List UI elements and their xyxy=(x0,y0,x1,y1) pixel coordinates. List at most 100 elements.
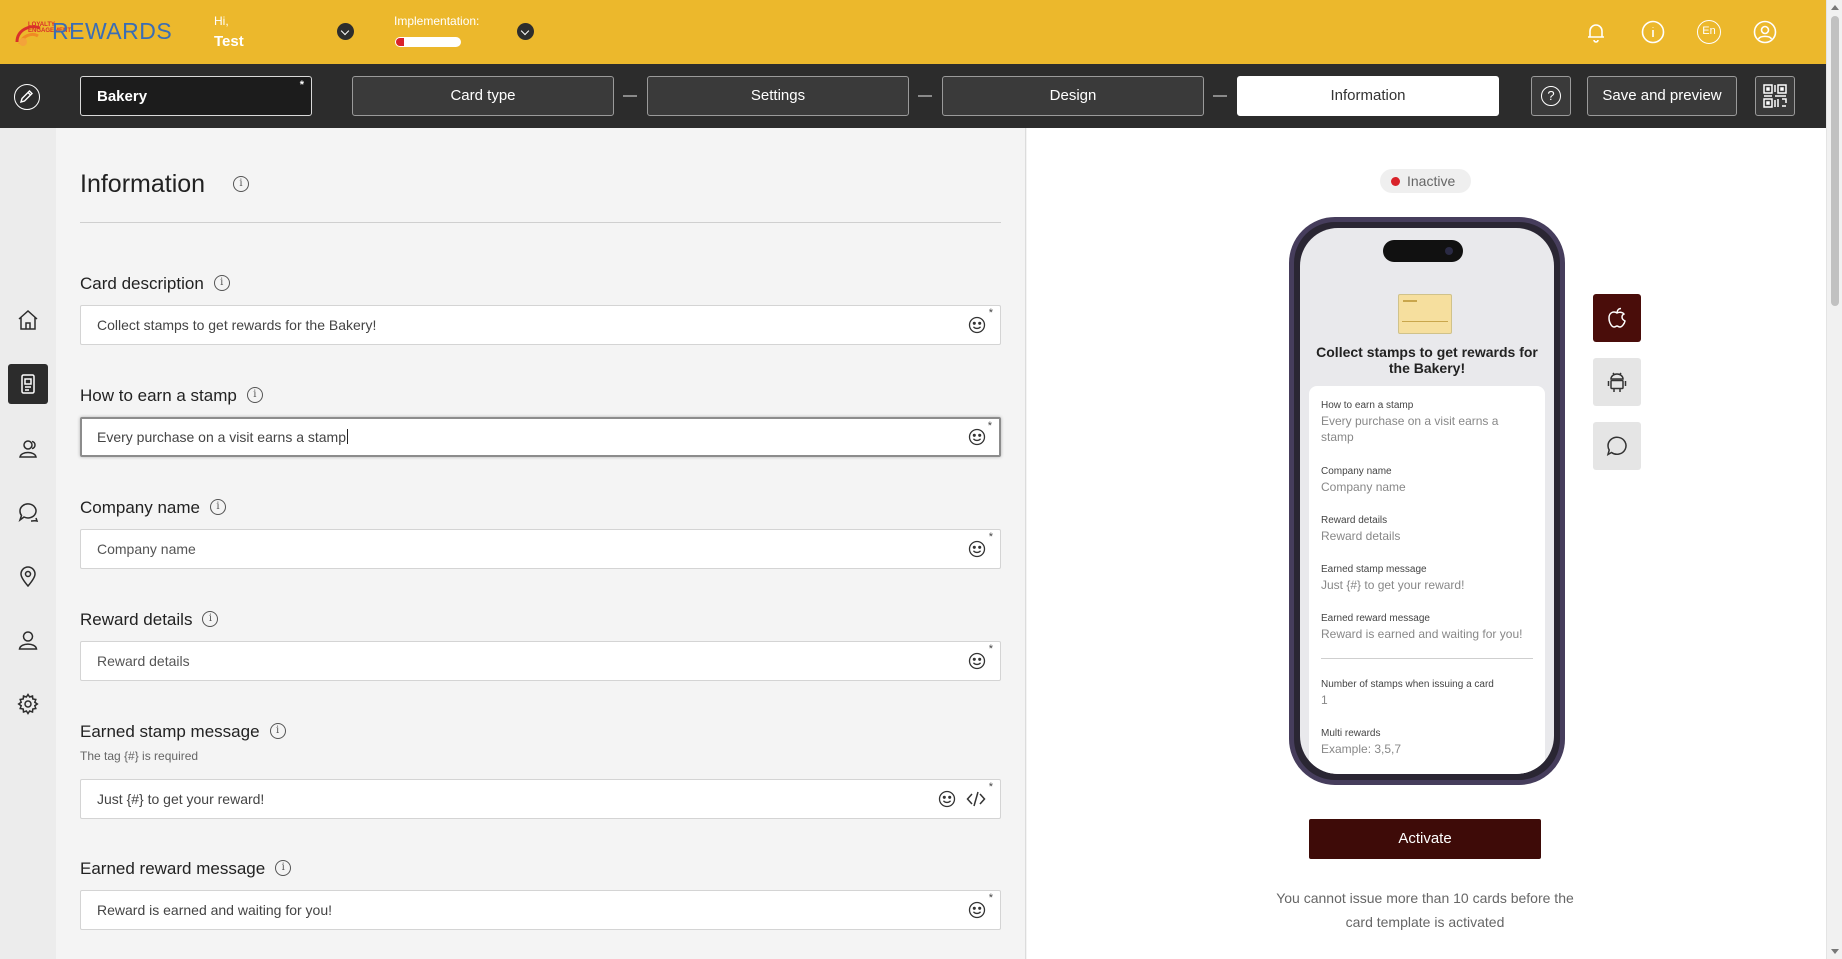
info-icon[interactable]: i xyxy=(275,860,292,877)
status-dot xyxy=(1391,177,1400,186)
qr-code-icon xyxy=(1763,84,1787,108)
platform-android-button[interactable] xyxy=(1593,358,1641,406)
info-icon[interactable]: i xyxy=(269,723,286,740)
earned-stamp-message-label-text: Earned stamp message xyxy=(80,722,260,741)
preview-divider xyxy=(1321,658,1533,659)
card-name-value: Bakery xyxy=(97,88,148,105)
save-and-preview-button[interactable]: Save and preview xyxy=(1587,76,1737,116)
question-icon: ? xyxy=(1541,86,1561,106)
phone-screen: Collect stamps to get rewards for the Ba… xyxy=(1300,228,1554,774)
chat-icon xyxy=(1606,436,1627,457)
sidebar xyxy=(0,128,56,959)
bell-icon[interactable] xyxy=(1584,20,1608,44)
info-icon[interactable]: i xyxy=(246,387,263,404)
qr-code-button[interactable] xyxy=(1755,76,1795,116)
earned-reward-message-label-text: Earned reward message xyxy=(80,859,266,878)
status-text: Inactive xyxy=(1407,173,1456,189)
required-marker: * xyxy=(988,643,993,655)
card-description-label-text: Card description xyxy=(80,274,204,293)
sidebar-item-messages[interactable] xyxy=(8,492,48,532)
card-name-field[interactable]: Bakery * xyxy=(80,76,312,116)
step-settings[interactable]: Settings xyxy=(647,76,909,116)
card-description-label: Card description i xyxy=(80,274,230,294)
user-icon xyxy=(18,631,38,650)
required-marker: * xyxy=(299,79,304,91)
logo-text: REWARDS xyxy=(52,18,173,44)
user-dropdown-chevron-icon[interactable] xyxy=(337,23,354,40)
preview-label: Earned stamp message xyxy=(1321,564,1427,575)
user-icon[interactable] xyxy=(1753,20,1777,44)
step-connector xyxy=(918,95,932,97)
how-to-earn-input[interactable]: Every purchase on a visit earns a stamp … xyxy=(80,417,1001,457)
how-to-earn-label-text: How to earn a stamp xyxy=(80,386,237,405)
card-description-input[interactable]: Collect stamps to get rewards for the Ba… xyxy=(80,305,1001,345)
emoji-icon[interactable] xyxy=(968,901,986,919)
implementation-label: Implementation: xyxy=(394,14,480,28)
scroll-up-arrow-icon[interactable] xyxy=(1831,5,1839,10)
implementation-progress-fill xyxy=(396,38,404,46)
earned-stamp-message-hint: The tag {#} is required xyxy=(80,749,199,763)
android-icon xyxy=(1607,372,1627,392)
users-icon xyxy=(19,440,37,458)
activate-button[interactable]: Activate xyxy=(1309,819,1541,859)
reward-details-label: Reward details i xyxy=(80,610,219,630)
required-marker: * xyxy=(988,781,993,793)
information-form: Information i Card description i Collect … xyxy=(56,128,1026,959)
scrollbar-thumb[interactable] xyxy=(1831,16,1839,306)
help-button[interactable]: ? xyxy=(1531,76,1571,116)
preview-value: Example: 3,5,7 xyxy=(1321,742,1402,756)
sidebar-item-customers[interactable] xyxy=(8,428,48,468)
card-thumbnail xyxy=(1398,294,1452,334)
sidebar-item-cards[interactable] xyxy=(8,364,48,404)
sidebar-item-locations[interactable] xyxy=(8,556,48,596)
step-card-type[interactable]: Card type xyxy=(352,76,614,116)
required-marker: * xyxy=(988,531,993,543)
edit-pencil-icon[interactable] xyxy=(14,84,40,110)
emoji-icon[interactable] xyxy=(968,540,986,558)
preview-label: Reward details xyxy=(1321,515,1388,526)
emoji-icon[interactable] xyxy=(968,652,986,670)
page-scrollbar[interactable] xyxy=(1826,0,1842,959)
reward-details-label-text: Reward details xyxy=(80,610,193,629)
earned-reward-message-input[interactable]: Reward is earned and waiting for you! * xyxy=(80,890,1001,930)
emoji-icon[interactable] xyxy=(968,428,986,446)
sidebar-item-managers[interactable] xyxy=(8,620,48,660)
sidebar-item-settings[interactable] xyxy=(8,684,48,724)
preview-value: Every purchase on a visit earns a stamp xyxy=(1321,414,1499,444)
info-icon[interactable]: i xyxy=(213,275,230,292)
apple-icon xyxy=(1608,307,1626,328)
preview-label: How to earn a stamp xyxy=(1321,400,1414,411)
scroll-down-arrow-icon[interactable] xyxy=(1831,949,1839,954)
phone-mockup: Collect stamps to get rewards for the Ba… xyxy=(1289,217,1565,785)
required-marker: * xyxy=(988,307,993,319)
language-icon[interactable]: En xyxy=(1697,20,1721,44)
step-design[interactable]: Design xyxy=(942,76,1204,116)
sidebar-item-home[interactable] xyxy=(8,300,48,340)
info-icon[interactable] xyxy=(1641,20,1665,44)
card-description-value: Collect stamps to get rewards for the Ba… xyxy=(97,317,377,333)
code-tag-icon[interactable] xyxy=(966,790,986,808)
implementation-dropdown-chevron-icon[interactable] xyxy=(517,23,534,40)
earned-reward-message-label: Earned reward message i xyxy=(80,859,292,879)
preview-value: Just {#} to get your reward! xyxy=(1321,578,1465,592)
platform-message-button[interactable] xyxy=(1593,422,1641,470)
info-icon[interactable]: i xyxy=(202,611,219,628)
info-icon[interactable]: i xyxy=(233,176,249,192)
chat-icon xyxy=(18,503,39,523)
greeting: Hi, xyxy=(214,14,229,28)
info-icon[interactable]: i xyxy=(210,499,227,516)
step-information[interactable]: Information xyxy=(1237,76,1499,116)
step-connector xyxy=(623,95,637,97)
step-connector xyxy=(1213,95,1227,97)
rewards-logo[interactable]: LOYALTY ENGAGEMENT REWARDS xyxy=(12,16,172,52)
company-name-input[interactable]: Company name * xyxy=(80,529,1001,569)
earned-stamp-message-label: Earned stamp message i xyxy=(80,722,286,742)
reward-details-placeholder: Reward details xyxy=(97,653,190,669)
reward-details-input[interactable]: Reward details * xyxy=(80,641,1001,681)
how-to-earn-label: How to earn a stamp i xyxy=(80,386,263,406)
earned-stamp-message-input[interactable]: Just {#} to get your reward! * xyxy=(80,779,1001,819)
phone-notch xyxy=(1383,240,1463,262)
platform-apple-button[interactable] xyxy=(1593,294,1641,342)
emoji-icon[interactable] xyxy=(968,316,986,334)
emoji-icon[interactable] xyxy=(938,790,956,808)
